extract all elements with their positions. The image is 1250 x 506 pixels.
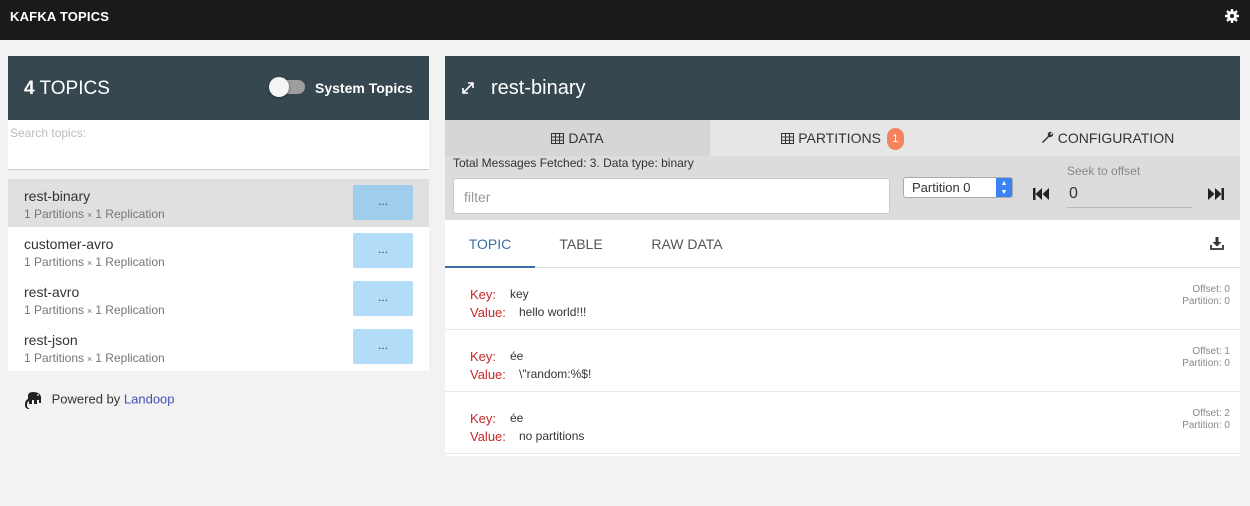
app-title: KAFKA TOPICS <box>10 9 110 24</box>
message-offset: Offset: 1 <box>1192 346 1230 357</box>
topic-count: 4 TOPICS <box>24 78 110 99</box>
system-topics-toggle[interactable] <box>269 77 305 97</box>
topic-row-rest-avro[interactable]: rest-avro 1 Partitions × 1 Replication ... <box>8 275 429 323</box>
fetch-info: Total Messages Fetched: 3. Data type: bi… <box>453 156 694 170</box>
message-partition: Partition: 0 <box>1182 358 1230 369</box>
toggle-knob <box>269 77 289 97</box>
topic-meta: 1 Partitions × 1 Replication <box>24 303 165 317</box>
message-key: Key: key <box>470 287 529 302</box>
message-item: Key: ée Value: no partitions Offset: 2 Par… <box>445 392 1240 454</box>
subtab-table[interactable]: TABLE <box>535 220 627 268</box>
data-toolbar: Total Messages Fetched: 3. Data type: bi… <box>445 156 1240 220</box>
topic-title: rest-binary <box>491 77 586 99</box>
message-value: Value: hello world!!! <box>470 305 587 320</box>
table-icon <box>551 133 565 144</box>
topic-meta: 1 Partitions × 1 Replication <box>24 255 165 269</box>
gear-icon[interactable] <box>1224 8 1240 24</box>
message-value: Value: \"random:%$! <box>470 367 592 382</box>
top-bar: KAFKA TOPICS <box>0 0 1250 40</box>
seek-offset-input[interactable]: 0 <box>1067 182 1192 208</box>
detail-tabs: DATA PARTITIONS 1 CONFIGURATION <box>445 120 1240 156</box>
topic-detail-header: rest-binary <box>445 56 1240 120</box>
topic-meta: 1 Partitions × 1 Replication <box>24 351 165 365</box>
search-topics-label: Search topics: <box>10 126 87 140</box>
message-item: Key: key Value: hello world!!! Offset: 0 P… <box>445 268 1240 330</box>
tab-data[interactable]: DATA <box>445 120 710 156</box>
select-arrows-icon: ▲ ▼ <box>996 178 1012 197</box>
topic-list: rest-binary 1 Partitions × 1 Replication .… <box>8 179 429 371</box>
topic-name: customer-avro <box>24 236 114 252</box>
message-partition: Partition: 0 <box>1182 420 1230 431</box>
topic-row-rest-json[interactable]: rest-json 1 Partitions × 1 Replication ... <box>8 323 429 371</box>
wrench-icon <box>1041 131 1053 143</box>
search-topics[interactable]: Search topics: <box>8 120 429 170</box>
message-offset: Offset: 0 <box>1192 284 1230 295</box>
topic-menu-button[interactable]: ... <box>353 185 413 220</box>
topic-row-customer-avro[interactable]: customer-avro 1 Partitions × 1 Replication… <box>8 227 429 275</box>
elephant-logo-icon <box>25 392 41 409</box>
powered-by: Powered by Landoop <box>24 390 175 410</box>
expand-icon[interactable] <box>461 81 475 95</box>
message-item: Key: ée Value: \"random:%$! Offset: 1 Part… <box>445 330 1240 392</box>
powered-by-text: Powered by <box>51 391 121 407</box>
topic-row-rest-binary[interactable]: rest-binary 1 Partitions × 1 Replication .… <box>8 179 429 227</box>
seek-label: Seek to offset <box>1067 164 1141 178</box>
view-subtabs: TOPIC TABLE RAW DATA <box>445 220 1240 268</box>
topic-menu-button[interactable]: ... <box>353 329 413 364</box>
message-partition: Partition: 0 <box>1182 296 1230 307</box>
system-topics-label: System Topics <box>315 80 413 96</box>
skip-to-first-icon[interactable] <box>1032 186 1050 202</box>
message-offset: Offset: 2 <box>1192 408 1230 419</box>
landoop-link[interactable]: Landoop <box>124 391 175 406</box>
topic-name: rest-json <box>24 332 78 348</box>
table-icon <box>781 133 795 144</box>
topics-header: 4 TOPICS System Topics <box>8 56 429 120</box>
partition-select[interactable]: Partition 0 ▲ ▼ <box>903 177 1013 198</box>
topic-name: rest-binary <box>24 188 91 204</box>
message-key: Key: ée <box>470 411 524 426</box>
topic-menu-button[interactable]: ... <box>353 233 413 268</box>
skip-to-last-icon[interactable] <box>1207 186 1225 202</box>
search-underline <box>8 169 429 170</box>
topic-name: rest-avro <box>24 284 80 300</box>
download-icon[interactable] <box>1210 236 1224 250</box>
subtab-topic[interactable]: TOPIC <box>445 220 535 268</box>
subtab-raw-data[interactable]: RAW DATA <box>637 220 737 268</box>
tab-partitions[interactable]: PARTITIONS 1 <box>710 120 975 156</box>
topic-menu-button[interactable]: ... <box>353 281 413 316</box>
filter-input[interactable]: filter <box>453 178 890 214</box>
message-value: Value: no partitions <box>470 429 585 444</box>
message-key: Key: ée <box>470 349 524 364</box>
data-content: TOPIC TABLE RAW DATA Key: key Value: hello… <box>445 220 1240 456</box>
topic-meta: 1 Partitions × 1 Replication <box>24 207 165 221</box>
tab-configuration[interactable]: CONFIGURATION <box>975 120 1240 156</box>
filter-placeholder: filter <box>464 189 491 205</box>
partitions-badge: 1 <box>886 128 904 151</box>
